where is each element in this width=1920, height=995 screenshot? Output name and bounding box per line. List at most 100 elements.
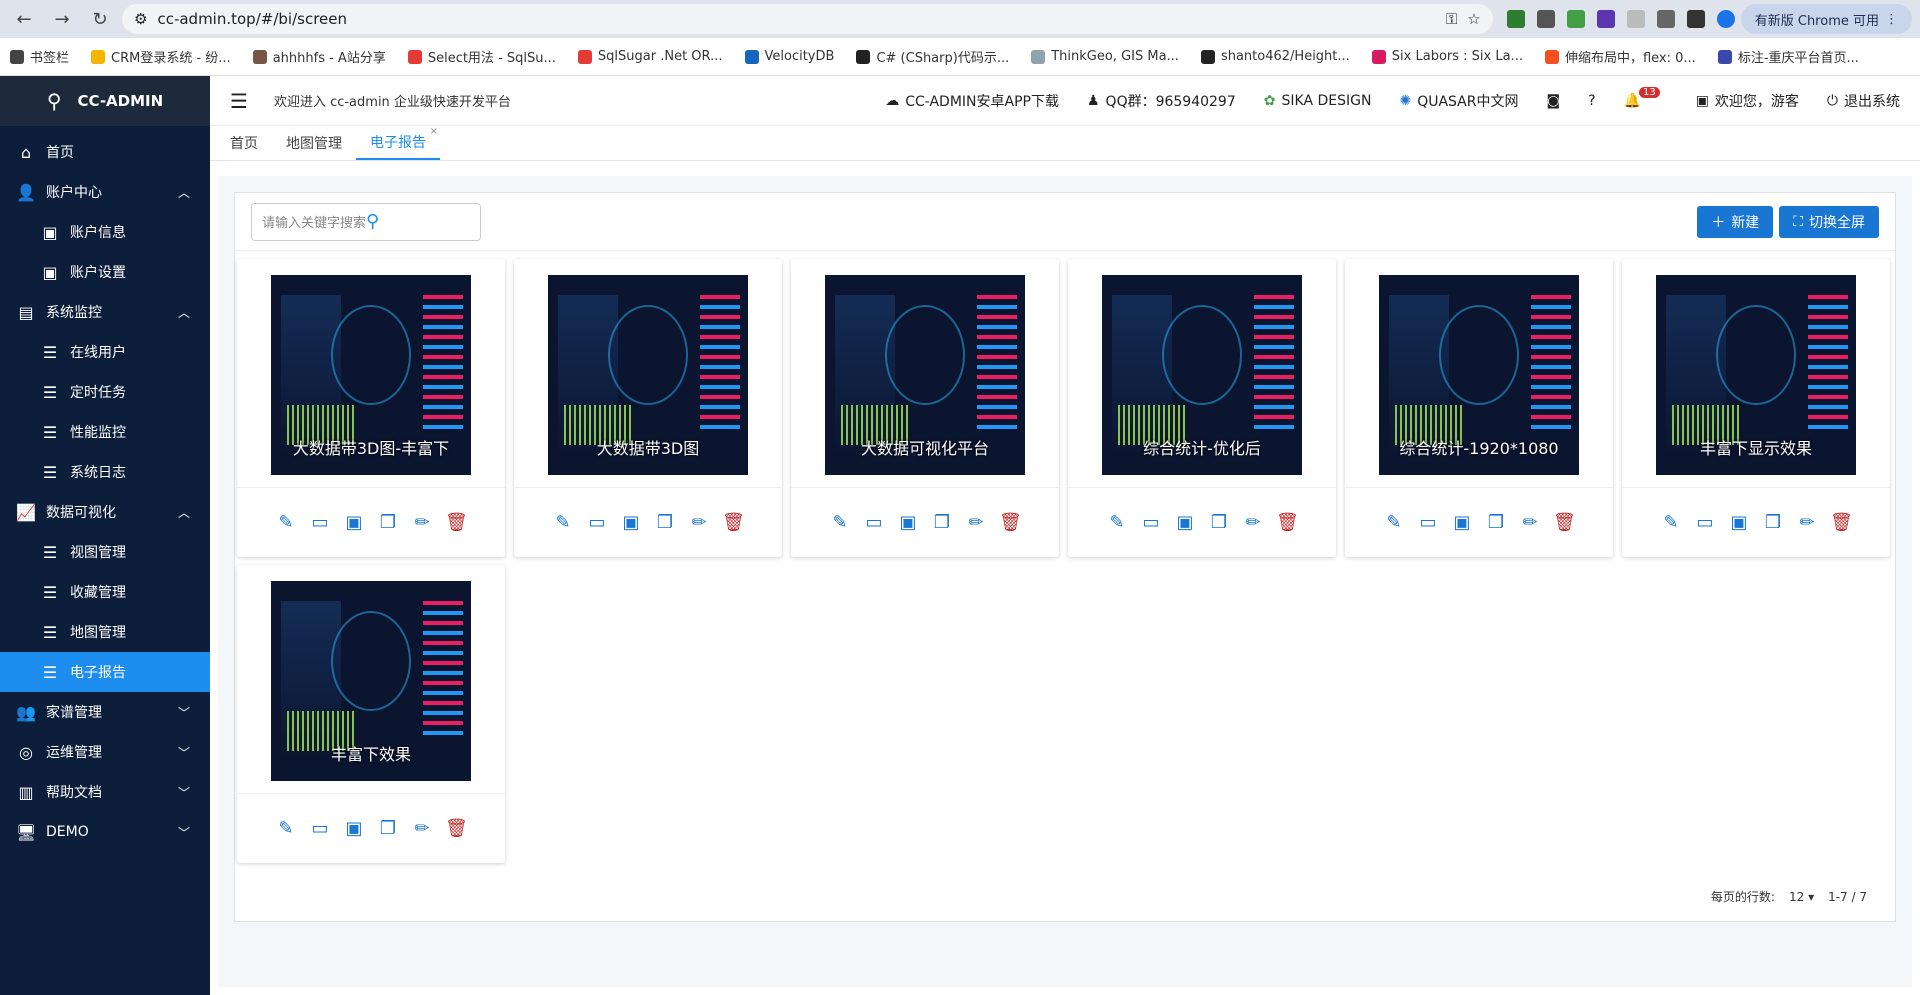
pencil-icon[interactable]: ✏ [411, 512, 433, 533]
copy-icon[interactable]: ❐ [654, 512, 676, 533]
sidepanel-icon[interactable] [1686, 10, 1705, 28]
edit-icon[interactable]: ✎ [1383, 512, 1405, 533]
edit-icon[interactable]: ✎ [275, 818, 297, 839]
delete-icon[interactable]: 🗑 [722, 512, 745, 533]
site-info-icon[interactable]: ⚙ [134, 10, 147, 28]
quasar-link[interactable]: ✺ QUASAR中文网 [1399, 91, 1518, 111]
sidebar-item[interactable]: 👤 账户中心 ︿ [0, 172, 210, 212]
report-thumbnail[interactable]: 综合统计-1920*1080 [1379, 275, 1579, 475]
bookmark-item[interactable]: VelocityDB [744, 49, 834, 64]
pencil-icon[interactable]: ✏ [1796, 512, 1818, 533]
edit-icon[interactable]: ✎ [829, 512, 851, 533]
sidebar-item[interactable]: ◎ 运维管理 ﹀ [0, 732, 210, 772]
sidebar-item[interactable]: ☰ 系统日志 [0, 452, 210, 492]
laptop-icon[interactable]: ▭ [309, 512, 331, 533]
hamburger-icon[interactable]: ☰ [230, 89, 248, 113]
pencil-icon[interactable]: ✏ [1519, 512, 1541, 533]
forward-icon[interactable]: → [46, 3, 78, 35]
bookmark-item[interactable]: C# (CSharp)代码示... [856, 47, 1009, 66]
report-thumbnail[interactable]: 丰富下效果 [271, 581, 471, 781]
tab[interactable]: 电子报告 × [356, 126, 440, 160]
delete-icon[interactable]: 🗑 [1830, 512, 1853, 533]
sidebar-item[interactable]: ⌂ 首页 [0, 132, 210, 172]
sidebar-item[interactable]: ▥ 帮助文档 ﹀ [0, 772, 210, 812]
rows-per-page-select[interactable]: 12 ▾ [1789, 890, 1814, 904]
sidebar-item[interactable]: ☰ 电子报告 [0, 652, 210, 692]
delete-icon[interactable]: 🗑 [999, 512, 1022, 533]
pencil-icon[interactable]: ✏ [965, 512, 987, 533]
sidebar-item[interactable]: 👥 家谱管理 ﹀ [0, 692, 210, 732]
monitor-icon[interactable]: ▣ [1451, 512, 1473, 533]
copy-icon[interactable]: ❐ [1208, 512, 1230, 533]
app-download-link[interactable]: ☁ CC-ADMIN安卓APP下载 [885, 91, 1059, 111]
extension-v-icon[interactable] [1506, 10, 1525, 28]
extension-gray-icon[interactable] [1626, 10, 1645, 28]
delete-icon[interactable]: 🗑 [1276, 512, 1299, 533]
sidebar-item[interactable]: ☰ 性能监控 [0, 412, 210, 452]
bookmark-item[interactable]: 书签栏 [10, 47, 69, 66]
sidebar-item[interactable]: 📈 数据可视化 ︿ [0, 492, 210, 532]
bookmark-item[interactable]: 标注-重庆平台首页... [1717, 47, 1859, 66]
laptop-icon[interactable]: ▭ [586, 512, 608, 533]
fullscreen-button[interactable]: ⛶ 切换全屏 [1779, 205, 1879, 238]
bookmark-item[interactable]: Six Labors : Six La... [1371, 49, 1523, 64]
puzzle-icon[interactable] [1656, 10, 1675, 28]
edit-icon[interactable]: ✎ [1660, 512, 1682, 533]
new-button[interactable]: ＋新建 [1697, 205, 1774, 238]
report-thumbnail[interactable]: 综合统计-优化后 [1102, 275, 1302, 475]
copy-icon[interactable]: ❐ [377, 818, 399, 839]
screenshot-icon[interactable]: ◙ [1546, 93, 1560, 109]
notifications[interactable]: 🔔 13 [1624, 87, 1668, 109]
report-thumbnail[interactable]: 大数据带3D图 [548, 275, 748, 475]
delete-icon[interactable]: 🗑 [445, 512, 468, 533]
bookmark-item[interactable]: shanto462/Height... [1200, 49, 1350, 64]
sidebar-item[interactable]: ☰ 收藏管理 [0, 572, 210, 612]
copy-icon[interactable]: ❐ [377, 512, 399, 533]
search-icon[interactable]: ⚲ [366, 211, 470, 232]
copy-icon[interactable]: ❐ [931, 512, 953, 533]
copy-icon[interactable]: ❐ [1485, 512, 1507, 533]
reload-icon[interactable]: ↻ [84, 3, 116, 35]
bookmark-item[interactable]: Select用法 - SqlSu... [407, 47, 556, 66]
logout-button[interactable]: ⏻ 退出系统 [1827, 91, 1900, 111]
star-icon[interactable]: ☆ [1467, 10, 1480, 28]
laptop-icon[interactable]: ▭ [1694, 512, 1716, 533]
laptop-icon[interactable]: ▭ [309, 818, 331, 839]
chrome-update-button[interactable]: 有新版 Chrome 可用 ⋮ [1740, 4, 1912, 34]
bookmark-item[interactable]: ahhhhfs - A站分享 [252, 47, 386, 66]
brand[interactable]: ⚲ CC-ADMIN [0, 76, 210, 126]
edit-icon[interactable]: ✎ [552, 512, 574, 533]
sidebar-item[interactable]: ▤ 系统监控 ︿ [0, 292, 210, 332]
tab[interactable]: 地图管理 [272, 126, 356, 160]
monitor-icon[interactable]: ▣ [897, 512, 919, 533]
extension-badge-icon[interactable] [1596, 10, 1615, 28]
qq-group-link[interactable]: ♟ QQ群：965940297 [1087, 91, 1236, 111]
pencil-icon[interactable]: ✏ [688, 512, 710, 533]
monitor-icon[interactable]: ▣ [1728, 512, 1750, 533]
monitor-icon[interactable]: ▣ [343, 512, 365, 533]
delete-icon[interactable]: 🗑 [445, 818, 468, 839]
help-icon[interactable]: ? [1588, 93, 1595, 109]
laptop-icon[interactable]: ▭ [1140, 512, 1162, 533]
monitor-icon[interactable]: ▣ [1174, 512, 1196, 533]
bookmark-item[interactable]: CRM登录系统 - 纷... [91, 47, 231, 66]
user-greeting[interactable]: ▣ 欢迎您，游客 [1696, 91, 1799, 111]
monitor-icon[interactable]: ▣ [343, 818, 365, 839]
sidebar-item[interactable]: ☰ 视图管理 [0, 532, 210, 572]
sidebar-item[interactable]: ☰ 定时任务 [0, 372, 210, 412]
laptop-icon[interactable]: ▭ [863, 512, 885, 533]
sidebar-item[interactable]: 🖥 DEMO ﹀ [0, 812, 210, 852]
report-thumbnail[interactable]: 丰富下显示效果 [1656, 275, 1856, 475]
sidebar-item[interactable]: ☰ 地图管理 [0, 612, 210, 652]
address-bar[interactable]: ⚙ cc-admin.top/#/bi/screen ⚿ ☆ [122, 4, 1493, 34]
extension-pen-icon[interactable] [1566, 10, 1585, 28]
pencil-icon[interactable]: ✏ [411, 818, 433, 839]
search-input[interactable]: 请输入关键字搜索 ⚲ [251, 202, 481, 241]
edit-icon[interactable]: ✎ [1106, 512, 1128, 533]
sika-design-link[interactable]: ✿ SIKA DESIGN [1264, 93, 1372, 109]
back-icon[interactable]: ← [8, 3, 40, 35]
bookmark-item[interactable]: SqlSugar .Net OR... [577, 49, 723, 64]
profile-icon[interactable] [1716, 10, 1735, 28]
report-thumbnail[interactable]: 大数据可视化平台 [825, 275, 1025, 475]
tab[interactable]: 首页 [216, 126, 272, 160]
